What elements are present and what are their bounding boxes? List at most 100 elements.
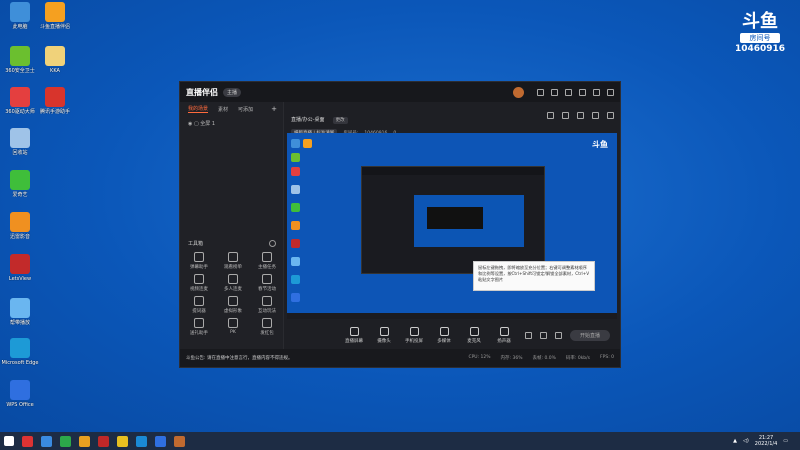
notification-icon[interactable]: ▭: [783, 438, 788, 444]
source-control-label: 直播屏幕: [345, 338, 363, 344]
tool-button[interactable]: 提词器: [184, 296, 214, 314]
tool-label: 送礼助手: [190, 331, 208, 336]
network-icon[interactable]: ▲: [733, 438, 737, 444]
taskbar-app-icon[interactable]: [174, 435, 185, 447]
tab-addable[interactable]: 可添加: [238, 106, 253, 113]
message-icon[interactable]: [551, 88, 558, 96]
nested-titlebar: [362, 167, 544, 175]
app-logo: 直播伴侣: [186, 87, 218, 97]
desktop-icon[interactable]: 360驱动大师: [0, 87, 40, 115]
app-badge[interactable]: 主播: [223, 87, 242, 97]
desktop: 此电脑 斗鱼直播伴侣 360安全卫士 KKA 360驱动大师 腾讯手游助手回收站爱奇艺迅雷…: [0, 0, 800, 432]
desktop-icon[interactable]: 腾讯手游助手: [35, 87, 75, 115]
source-control-button[interactable]: 摄像头: [373, 326, 395, 344]
desktop-icon[interactable]: 斗鱼直播伴侣: [35, 2, 75, 30]
tool-label: 提词器: [192, 309, 206, 314]
stage-desktop-icon: [291, 257, 300, 266]
source-control-icon: [409, 326, 419, 336]
source-controls: 直播屏幕 摄像头 手机投屏 多媒体 麦克风 扬声器 开始直播: [285, 320, 620, 350]
tool-button[interactable]: 多人连麦: [218, 274, 248, 292]
desktop-icon[interactable]: Microsoft Edge: [0, 338, 40, 366]
desktop-icon-label: KKA: [50, 68, 60, 74]
watermark-room: 10460916: [734, 44, 786, 54]
source-control-button[interactable]: 扬声器: [493, 326, 515, 344]
source-control-button[interactable]: 麦克风: [463, 326, 485, 344]
tool-button[interactable]: 发红包: [252, 318, 282, 336]
record-icon[interactable]: [577, 112, 584, 119]
edit-title-button[interactable]: 更改: [332, 117, 348, 124]
toolbox-settings-icon[interactable]: [269, 240, 276, 247]
stage-taskbar: [287, 313, 617, 319]
taskbar-app-icon[interactable]: [60, 435, 71, 447]
desktop-icon[interactable]: 帮带播放: [0, 298, 40, 326]
clock[interactable]: 21:27 2022/1/4: [755, 435, 777, 447]
settings-icon[interactable]: [537, 88, 544, 96]
desktop-icon[interactable]: 爱奇艺: [0, 170, 40, 198]
desktop-icon-label: 爱奇艺: [12, 192, 28, 198]
tool-button[interactable]: 主播任务: [252, 252, 282, 270]
app-titlebar[interactable]: 直播伴侣 主播: [180, 82, 620, 102]
desktop-icon[interactable]: LetsView: [0, 254, 40, 282]
tool-button[interactable]: 虚拟形象: [218, 296, 248, 314]
desktop-icon[interactable]: 回收站: [0, 128, 40, 156]
source-control-button[interactable]: 直播屏幕: [343, 326, 365, 344]
share-icon[interactable]: [607, 112, 614, 119]
add-scene-icon[interactable]: +: [271, 105, 277, 113]
close-icon[interactable]: [607, 88, 614, 96]
desktop-icon[interactable]: 此电脑: [0, 2, 40, 30]
tool-label: 主播任务: [258, 265, 276, 270]
source-control-button[interactable]: 多媒体: [433, 326, 455, 344]
grid-icon[interactable]: [562, 112, 569, 119]
scene-item[interactable]: ◉ ▢ 全屏 1: [180, 116, 283, 131]
gear-icon[interactable]: [554, 332, 562, 339]
tool-button[interactable]: 互动玩法: [252, 296, 282, 314]
source-control-icon: [379, 326, 389, 336]
volume-icon[interactable]: ◁): [743, 438, 749, 444]
menu-icon[interactable]: [565, 88, 572, 96]
taskbar-app-icon[interactable]: [22, 435, 33, 447]
tool-button[interactable]: 弹幕助手: [184, 252, 214, 270]
desktop-icon-label: 回收站: [12, 150, 28, 156]
taskbar-app-icon[interactable]: [41, 435, 52, 447]
layout-icon[interactable]: [547, 112, 554, 119]
bell-icon[interactable]: [592, 112, 599, 119]
minimize-icon[interactable]: [579, 88, 586, 96]
live-companion-window[interactable]: 直播伴侣 主播 我的场景 素材 可添加 + ◉ ▢ 全屏 1 工具箱 弹幕助手 …: [179, 81, 621, 368]
tool-button[interactable]: 春节活动: [252, 274, 282, 292]
taskbar-app-icon[interactable]: [155, 435, 166, 447]
desktop-icon[interactable]: 360安全卫士: [0, 46, 40, 74]
left-tabs: 我的场景 素材 可添加 +: [180, 102, 283, 116]
tab-materials[interactable]: 素材: [218, 106, 228, 113]
eye-icon[interactable]: ◉: [188, 121, 192, 127]
taskbar-app-icon[interactable]: [79, 435, 90, 447]
desktop-icon-label: 此电脑: [12, 24, 28, 30]
app-icon: [45, 46, 65, 66]
taskbar-app-icon[interactable]: [98, 435, 109, 447]
tool-button[interactable]: PK: [218, 318, 248, 335]
source-control-button[interactable]: 手机投屏: [403, 326, 425, 344]
desktop-icon[interactable]: KKA: [35, 46, 75, 74]
lock-icon[interactable]: ▢: [194, 121, 199, 127]
camera-settings-icon[interactable]: [524, 332, 532, 339]
desktop-icon[interactable]: 迅雷影音: [0, 212, 40, 240]
left-panel: 我的场景 素材 可添加 + ◉ ▢ 全屏 1 工具箱 弹幕助手 观看榜单 主播任务视…: [180, 102, 284, 349]
taskbar-app-icon[interactable]: [117, 435, 128, 447]
user-avatar[interactable]: [513, 86, 524, 98]
tool-button[interactable]: 送礼助手: [184, 318, 214, 336]
desktop-icon-label: Microsoft Edge: [1, 360, 39, 366]
tab-scenes[interactable]: 我的场景: [188, 105, 209, 113]
start-icon[interactable]: [4, 436, 14, 446]
taskbar-app-icon[interactable]: [136, 435, 147, 447]
stage-desktop-icon: [291, 293, 300, 302]
tool-button[interactable]: 视频连麦: [184, 274, 214, 292]
toolbox-title: 工具箱: [188, 241, 204, 247]
system-tray: ▲ ◁) 21:27 2022/1/4 ▭: [733, 435, 800, 447]
desktop-icon-label: 帮带播放: [9, 320, 30, 326]
start-live-button[interactable]: 开始直播: [569, 330, 610, 341]
audio-settings-icon[interactable]: [539, 332, 547, 339]
status-metric: 码率: 0kb/s: [565, 356, 591, 361]
desktop-icon[interactable]: WPS Office: [0, 380, 40, 408]
tool-button[interactable]: 观看榜单: [218, 252, 248, 270]
maximize-icon[interactable]: [593, 88, 600, 96]
preview-stage[interactable]: 斗鱼 鼠标左键拖拽，即将缩放至充分位置；右键可调整素材顺序和比例等设置，按Ctr…: [287, 133, 617, 319]
